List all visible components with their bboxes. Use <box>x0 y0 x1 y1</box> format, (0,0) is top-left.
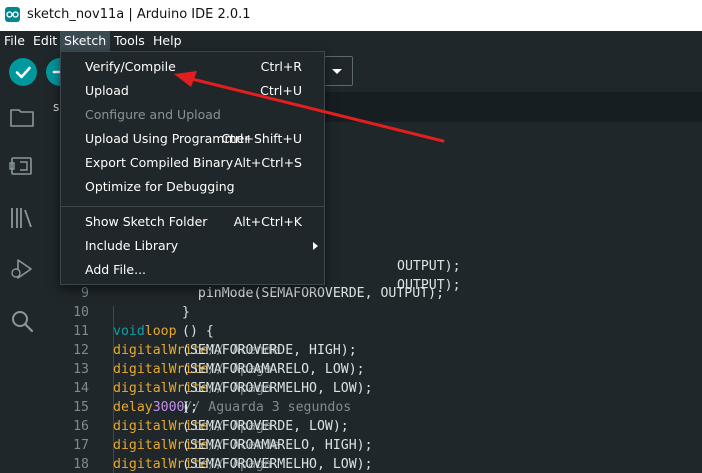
menu-file[interactable]: File <box>0 31 29 52</box>
code-text: digitalWrite (SEMAFOROVERDE, HIGH); // Ac… <box>113 341 357 360</box>
line-number: 9 <box>81 286 89 301</box>
menu-item-label: Upload <box>85 83 129 98</box>
menu-bar: File Edit Sketch Tools Help <box>0 31 702 52</box>
code-token: (SEMAFOROVERDE, LOW); <box>182 419 389 434</box>
menu-item-shortcut: Alt+Ctrl+K <box>233 214 302 229</box>
menu-item-label: Include Library <box>85 238 179 253</box>
verify-button[interactable] <box>9 58 37 86</box>
menu-item-shortcut: Ctrl+U <box>260 83 302 98</box>
menu-item-optimize-for-debugging[interactable]: Optimize for Debugging <box>61 175 324 199</box>
title-bar: sketch_nov11a | Arduino IDE 2.0.1 <box>0 0 702 31</box>
window-title: sketch_nov11a | Arduino IDE 2.0.1 <box>27 7 251 22</box>
chevron-down-icon <box>332 69 342 74</box>
menu-item-label: Verify/Compile <box>85 59 176 74</box>
code-token: (SEMAFOROAMARELO, HIGH); <box>182 438 389 453</box>
sketch-menu-dropdown: Verify/Compile Ctrl+R Upload Ctrl+U Configur… <box>60 51 325 285</box>
code-text: digitalWrite (SEMAFOROAMARELO, HIGH); // … <box>113 436 373 455</box>
menu-item-export-compiled-binary[interactable]: Export Compiled Binary Alt+Ctrl+S <box>61 151 324 175</box>
menu-item-show-sketch-folder[interactable]: Show Sketch Folder Alt+Ctrl+K <box>61 210 324 234</box>
menu-item-label: Optimize for Debugging <box>85 179 235 194</box>
line-number: 11 <box>73 324 89 339</box>
line-number: 18 <box>73 457 89 472</box>
arduino-logo-icon <box>5 7 20 22</box>
folder-icon[interactable] <box>9 104 35 130</box>
menu-item-shortcut: Alt+Ctrl+S <box>233 155 302 170</box>
line-number: 15 <box>73 400 89 415</box>
code-text: digitalWrite (SEMAFOROAMARELO, LOW); // A… <box>113 360 365 379</box>
code-token: pinMode(SEMAFOROVERDE, OUTPUT); <box>182 286 445 301</box>
line-number: 10 <box>73 305 89 320</box>
library-icon[interactable] <box>9 205 35 231</box>
code-text: digitalWrite (SEMAFOROVERMELHO, LOW); // … <box>113 379 373 398</box>
search-icon[interactable] <box>9 308 35 334</box>
debug-icon[interactable] <box>9 256 35 282</box>
line-number: 16 <box>73 419 89 434</box>
menu-item-shortcut: Ctrl+R <box>260 59 302 74</box>
menu-item-verify-compile[interactable]: Verify/Compile Ctrl+R <box>61 55 324 79</box>
chevron-right-icon <box>313 242 318 250</box>
checkmark-icon <box>15 66 31 79</box>
code-text: digitalWrite (SEMAFOROVERDE, LOW); // Apa… <box>113 417 349 436</box>
line-number: 14 <box>73 381 89 396</box>
menu-sketch[interactable]: Sketch <box>60 31 111 52</box>
menu-item-label: Configure and Upload <box>85 107 221 122</box>
sidebar <box>0 92 44 473</box>
code-token: 3000 <box>152 400 185 415</box>
code-text: void loop () { <box>113 322 214 341</box>
menu-item-add-file[interactable]: Add File... <box>61 258 324 282</box>
menu-help[interactable]: Help <box>149 31 186 52</box>
menu-item-label: Add File... <box>85 262 147 277</box>
menu-item-upload-using-programmer[interactable]: Upload Using Programmer Ctrl+Shift+U <box>61 127 324 151</box>
menu-item-include-library[interactable]: Include Library <box>61 234 324 258</box>
menu-edit[interactable]: Edit <box>29 31 61 52</box>
menu-item-upload[interactable]: Upload Ctrl+U <box>61 79 324 103</box>
code-text: digitalWrite (SEMAFOROVERMELHO, LOW); // … <box>113 455 373 473</box>
boards-icon[interactable] <box>9 153 35 179</box>
code-token: OUTPUT); <box>397 259 461 274</box>
line-number: 17 <box>73 438 89 453</box>
code-token: delay <box>113 400 153 415</box>
code-token: () { <box>182 324 214 339</box>
line-number: 12 <box>73 343 89 358</box>
menu-item-configure-and-upload: Configure and Upload <box>61 103 324 127</box>
code-token: loop <box>144 324 177 339</box>
code-token: (SEMAFOROVERDE, HIGH); <box>182 343 389 358</box>
code-token: void <box>113 324 145 339</box>
menu-item-shortcut: Ctrl+Shift+U <box>221 131 302 146</box>
menu-item-label: Show Sketch Folder <box>85 214 208 229</box>
code-token: ); <box>182 400 357 415</box>
code-token: (SEMAFOROVERMELHO, LOW); <box>182 457 389 472</box>
code-token: (SEMAFOROAMARELO, LOW); <box>182 362 389 377</box>
menu-tools[interactable]: Tools <box>110 31 149 52</box>
line-number: 13 <box>73 362 89 377</box>
code-token: } <box>182 305 190 320</box>
code-text: delay(3000); // Aguarda 3 segundos <box>113 398 351 417</box>
code-token: (SEMAFOROVERMELHO, LOW); <box>182 381 389 396</box>
menu-item-label: Export Compiled Binary <box>85 155 234 170</box>
menu-separator <box>61 206 324 207</box>
